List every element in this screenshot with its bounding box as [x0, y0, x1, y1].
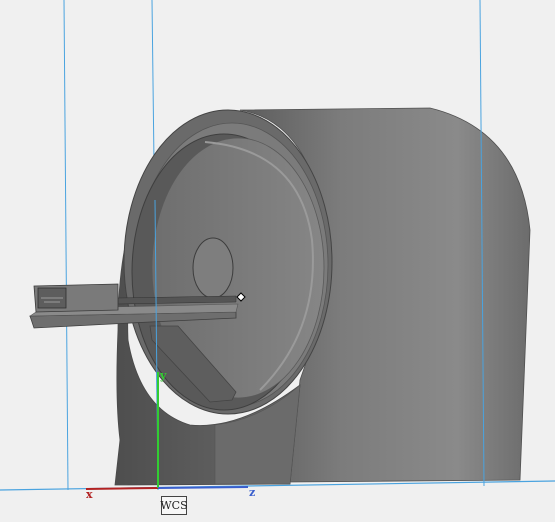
- 3d-viewport[interactable]: x y z WCS: [0, 0, 555, 522]
- wcs-indicator[interactable]: WCS: [160, 496, 188, 515]
- center-hole: [192, 237, 234, 299]
- model-canvas[interactable]: [0, 0, 555, 522]
- z-axis-label: z: [249, 486, 256, 499]
- x-axis-label: x: [86, 488, 93, 501]
- wcs-label: WCS: [160, 499, 188, 512]
- y-axis-label: y: [160, 369, 167, 382]
- guide-line-left: [63, 0, 69, 491]
- x-axis-line: [85, 487, 159, 490]
- z-axis-line: [157, 486, 249, 489]
